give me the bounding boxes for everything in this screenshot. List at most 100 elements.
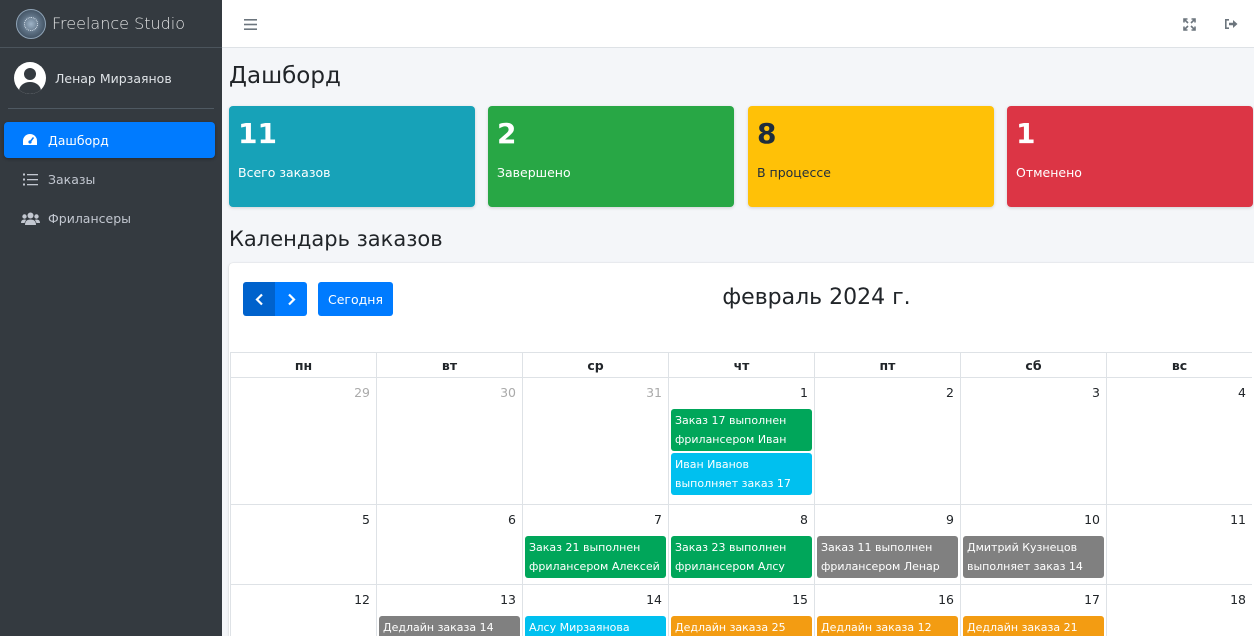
- day-events: Заказ 23 выполнен фрилансером Алсу: [671, 536, 812, 580]
- day-number[interactable]: 31: [646, 385, 662, 400]
- day-number[interactable]: 30: [500, 385, 516, 400]
- calendar-event[interactable]: Дмитрий Кузнецов выполняет заказ 14: [963, 536, 1104, 578]
- day-events: Алсу Мирзаянова: [525, 616, 666, 636]
- day-number[interactable]: 17: [1084, 592, 1100, 607]
- stat-box-in-progress: 8 В процессе: [748, 106, 994, 207]
- day-number[interactable]: 11: [1230, 512, 1246, 527]
- day-number[interactable]: 16: [938, 592, 954, 607]
- weekday-header-row: пн вт ср чт пт сб вс: [230, 352, 1252, 378]
- brand-link[interactable]: Freelance Studio: [0, 0, 222, 48]
- weekday-header: сб: [960, 352, 1106, 378]
- calendar-event[interactable]: Иван Иванов выполняет заказ 17: [671, 453, 812, 495]
- weekday-header: чт: [668, 352, 814, 378]
- weekday-header: ср: [522, 352, 668, 378]
- stat-value: 8: [757, 117, 777, 150]
- weekday-header: пн: [230, 352, 376, 378]
- calendar-event[interactable]: Заказ 11 выполнен фрилансером Ленар: [817, 536, 958, 578]
- day-number[interactable]: 3: [1092, 385, 1100, 400]
- day-events: Заказ 11 выполнен фрилансером Ленар: [817, 536, 958, 580]
- sidebar-nav: Дашборд Заказы Фрилансеры: [0, 122, 222, 236]
- day-number[interactable]: 6: [508, 512, 516, 527]
- stat-label: Всего заказов: [238, 165, 331, 180]
- stat-box-cancelled: 1 Отменено: [1007, 106, 1253, 207]
- day-number[interactable]: 10: [1084, 512, 1100, 527]
- brand-name: Freelance Studio: [52, 14, 186, 33]
- week-row: 5 6 7 Заказ 21 выполнен фрилансером Алексей…: [230, 505, 1252, 585]
- calendar-event[interactable]: Дедлайн заказа 25: [671, 616, 812, 636]
- calendar-day-cell[interactable]: 7 Заказ 21 выполнен фрилансером Алексей: [522, 505, 668, 585]
- calendar-card: Сегодня февраль 2024 г. пн вт ср чт пт сб вс 2…: [229, 263, 1254, 636]
- day-number[interactable]: 8: [800, 512, 808, 527]
- day-events: Заказ 17 выполнен фрилансером Иван Иван И…: [671, 409, 812, 497]
- calendar-day-cell[interactable]: 17 Дедлайн заказа 21: [960, 585, 1106, 636]
- stat-label: В процессе: [757, 165, 831, 180]
- stat-box-completed: 2 Завершено: [488, 106, 734, 207]
- tachometer-icon: [20, 133, 40, 147]
- stat-box-total: 11 Всего заказов: [229, 106, 475, 207]
- sidebar-item-dashboard[interactable]: Дашборд: [4, 122, 215, 158]
- day-number[interactable]: 13: [500, 592, 516, 607]
- stat-label: Завершено: [497, 165, 571, 180]
- calendar-day-cell[interactable]: 9 Заказ 11 выполнен фрилансером Ленар: [814, 505, 960, 585]
- calendar-day-cell[interactable]: 13 Дедлайн заказа 14: [376, 585, 522, 636]
- calendar-event[interactable]: Дедлайн заказа 12: [817, 616, 958, 636]
- stat-value: 2: [497, 117, 517, 150]
- list-icon: [20, 173, 40, 186]
- stat-value: 1: [1016, 117, 1036, 150]
- calendar-event[interactable]: Заказ 17 выполнен фрилансером Иван: [671, 409, 812, 451]
- calendar-event[interactable]: Дедлайн заказа 21: [963, 616, 1104, 636]
- calendar-event[interactable]: Заказ 21 выполнен фрилансером Алексей: [525, 536, 666, 578]
- calendar-title: февраль 2024 г.: [722, 285, 911, 310]
- calendar-day-cell[interactable]: 30: [376, 378, 522, 505]
- calendar-day-cell[interactable]: 18: [1106, 585, 1252, 636]
- day-number[interactable]: 15: [792, 592, 808, 607]
- users-icon: [20, 212, 40, 225]
- user-name: Ленар Мирзаянов: [55, 70, 172, 86]
- expand-icon[interactable]: [1177, 12, 1201, 36]
- calendar-day-cell[interactable]: 10 Дмитрий Кузнецов выполняет заказ 14: [960, 505, 1106, 585]
- day-number[interactable]: 5: [362, 512, 370, 527]
- sidebar-item-orders[interactable]: Заказы: [4, 161, 215, 197]
- calendar-event[interactable]: Алсу Мирзаянова: [525, 616, 666, 636]
- calendar-day-cell[interactable]: 12: [230, 585, 376, 636]
- calendar-day-cell[interactable]: 14 Алсу Мирзаянова: [522, 585, 668, 636]
- week-row: 12 13 Дедлайн заказа 14 14 Алсу Мирзаянова 15…: [230, 585, 1252, 636]
- day-number[interactable]: 12: [354, 592, 370, 607]
- calendar-day-cell[interactable]: 31: [522, 378, 668, 505]
- day-number[interactable]: 18: [1230, 592, 1246, 607]
- day-events: Дмитрий Кузнецов выполняет заказ 14: [963, 536, 1104, 580]
- calendar-day-cell[interactable]: 16 Дедлайн заказа 12: [814, 585, 960, 636]
- day-events: Заказ 21 выполнен фрилансером Алексей: [525, 536, 666, 580]
- day-number[interactable]: 1: [800, 385, 808, 400]
- stat-label: Отменено: [1016, 165, 1082, 180]
- day-number[interactable]: 9: [946, 512, 954, 527]
- calendar-day-cell[interactable]: 5: [230, 505, 376, 585]
- user-panel[interactable]: Ленар Мирзаянов: [8, 48, 214, 109]
- day-number[interactable]: 7: [654, 512, 662, 527]
- calendar-day-cell[interactable]: 29: [230, 378, 376, 505]
- calendar-day-cell[interactable]: 3: [960, 378, 1106, 505]
- calendar-day-cell[interactable]: 11: [1106, 505, 1252, 585]
- calendar-grid: пн вт ср чт пт сб вс 29 30 31 1 Заказ 17 выполнен …: [230, 352, 1252, 636]
- sidebar-item-freelancers[interactable]: Фрилансеры: [4, 200, 215, 236]
- calendar-day-cell[interactable]: 8 Заказ 23 выполнен фрилансером Алсу: [668, 505, 814, 585]
- day-number[interactable]: 14: [646, 592, 662, 607]
- day-number[interactable]: 4: [1238, 385, 1246, 400]
- calendar-day-cell[interactable]: 2: [814, 378, 960, 505]
- calendar-day-cell[interactable]: 6: [376, 505, 522, 585]
- day-number[interactable]: 29: [354, 385, 370, 400]
- weekday-header: вт: [376, 352, 522, 378]
- brand-logo-icon: [16, 8, 46, 39]
- sidebar-item-label: Заказы: [48, 171, 96, 187]
- calendar-day-cell[interactable]: 15 Дедлайн заказа 25: [668, 585, 814, 636]
- calendar-day-cell[interactable]: 4: [1106, 378, 1252, 505]
- hamburger-icon[interactable]: [238, 12, 262, 36]
- calendar-day-cell[interactable]: 1 Заказ 17 выполнен фрилансером Иван Иван …: [668, 378, 814, 505]
- calendar-event[interactable]: Дедлайн заказа 14: [379, 616, 520, 636]
- sign-out-icon[interactable]: [1219, 12, 1243, 36]
- day-events: Дедлайн заказа 25: [671, 616, 812, 636]
- day-events: Дедлайн заказа 14: [379, 616, 520, 636]
- sidebar-item-label: Фрилансеры: [48, 210, 132, 226]
- calendar-event[interactable]: Заказ 23 выполнен фрилансером Алсу: [671, 536, 812, 578]
- day-number[interactable]: 2: [946, 385, 954, 400]
